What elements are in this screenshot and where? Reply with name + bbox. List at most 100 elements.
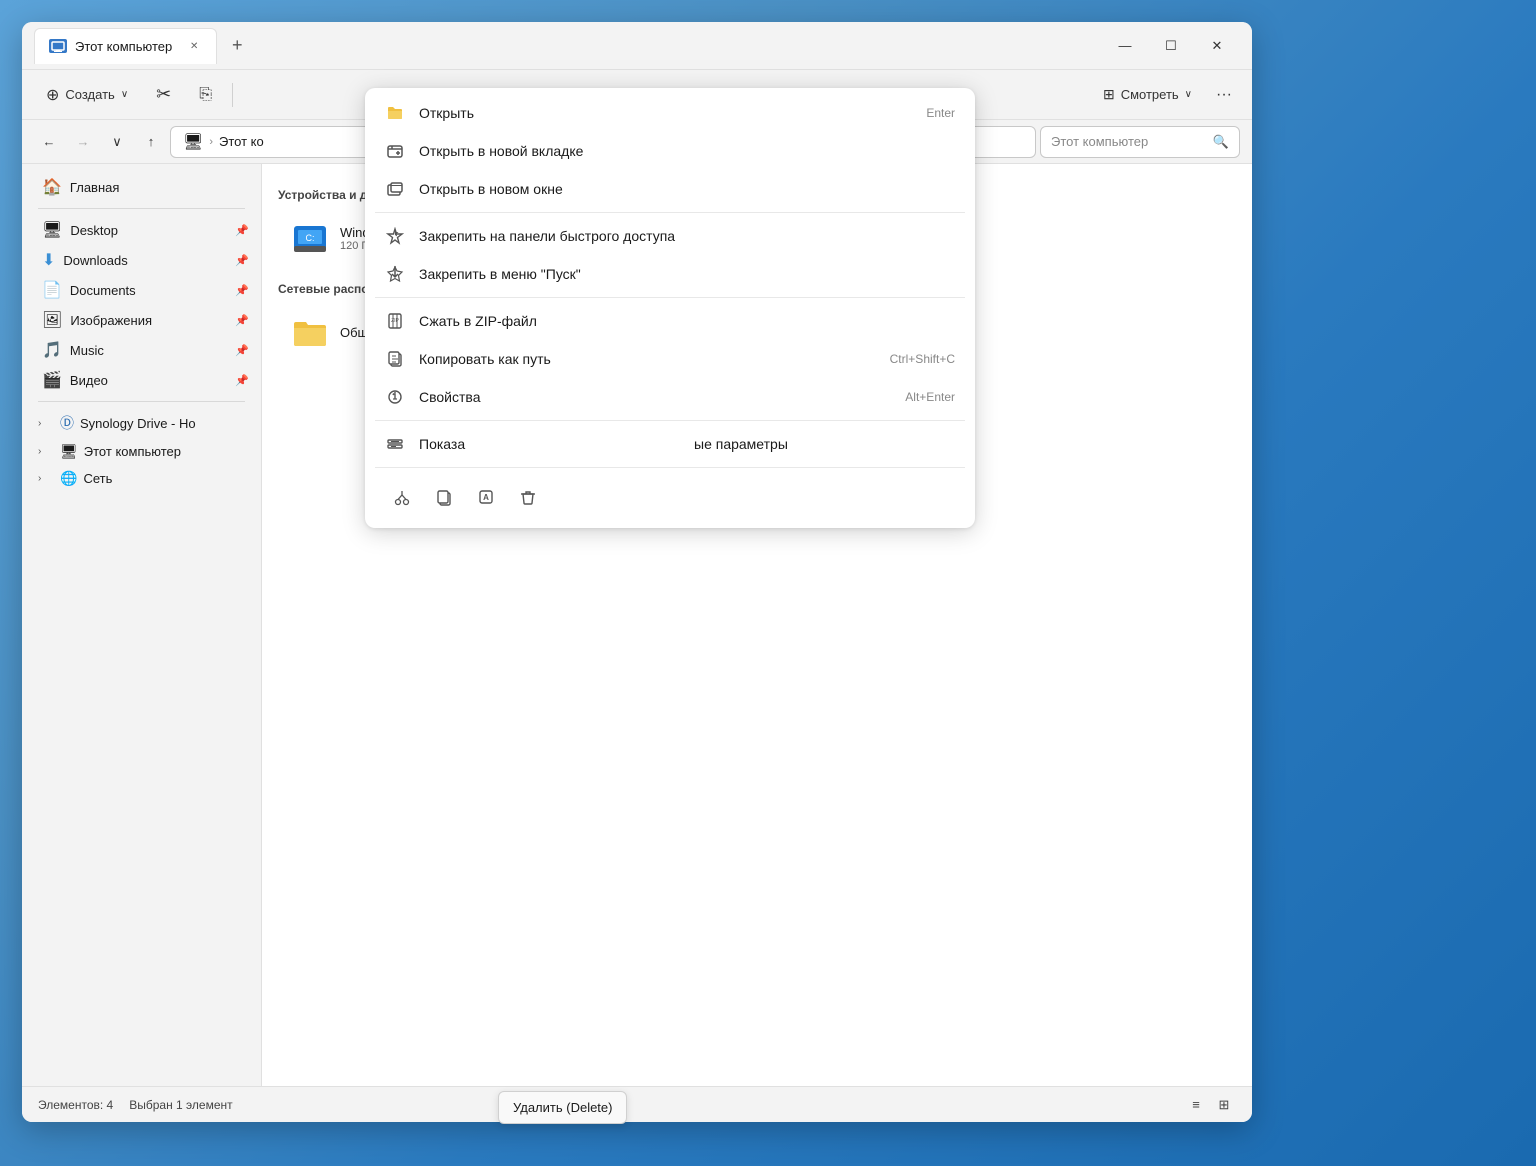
tab-title: Этот компьютер <box>75 39 172 54</box>
back-button[interactable]: ← <box>34 127 64 157</box>
pin-quick-label: Закрепить на панели быстрого доступа <box>419 228 955 244</box>
view-label: Смотреть <box>1121 87 1179 102</box>
menu-rename-button[interactable]: A <box>469 480 503 514</box>
network-icon: 🌐 <box>60 470 77 487</box>
cut-button[interactable]: ✂ <box>144 78 183 111</box>
documents-pin-icon: 📌 <box>235 284 249 297</box>
menu-item-copy-path[interactable]: Копировать как путь Ctrl+Shift+C <box>365 340 975 378</box>
menu-item-show-more[interactable]: Показа ые параметры <box>365 425 975 463</box>
menu-item-zip[interactable]: ZIP Сжать в ZIP-файл <box>365 302 975 340</box>
new-tab-icon <box>385 141 405 161</box>
network-label: Сеть <box>83 471 112 486</box>
copy-path-label: Копировать как путь <box>419 351 876 367</box>
statusbar: Элементов: 4 Выбран 1 элемент ≡ ⊞ <box>22 1086 1252 1122</box>
video-label: Видео <box>70 373 108 388</box>
sidebar-item-music[interactable]: 🎵 Music 📌 <box>26 335 257 365</box>
show-more-icon <box>385 434 405 454</box>
menu-item-pin-start[interactable]: Закрепить в меню "Пуск" <box>365 255 975 293</box>
close-button[interactable]: ✕ <box>1194 30 1240 62</box>
network-expand-icon: › <box>38 473 54 484</box>
documents-icon: 📄 <box>42 280 62 300</box>
svg-text:C:: C: <box>306 233 315 243</box>
open-new-window-label: Открыть в новом окне <box>419 181 955 197</box>
pin-start-label: Закрепить в меню "Пуск" <box>419 266 955 282</box>
video-pin-icon: 📌 <box>235 374 249 387</box>
menu-copy-button[interactable] <box>427 480 461 514</box>
search-box[interactable]: Этот компьютер 🔍 <box>1040 126 1240 158</box>
tab-close-button[interactable]: ✕ <box>186 38 202 54</box>
context-menu: Открыть Enter Открыть в новой вкладке От… <box>365 88 975 528</box>
sidebar-item-documents[interactable]: 📄 Documents 📌 <box>26 275 257 305</box>
menu-item-open-new-window[interactable]: Открыть в новом окне <box>365 170 975 208</box>
open-icon <box>385 103 405 123</box>
zip-label: Сжать в ZIP-файл <box>419 313 955 329</box>
sidebar-item-this-computer[interactable]: › 🖥 Этот компьютер <box>26 438 257 465</box>
copy-path-shortcut: Ctrl+Shift+C <box>890 352 955 366</box>
cut-icon: ✂ <box>156 84 171 105</box>
menu-divider-2 <box>375 297 965 298</box>
open-new-tab-label: Открыть в новой вкладке <box>419 143 955 159</box>
sidebar-divider-1 <box>38 208 245 209</box>
copy-button[interactable]: ⎘ <box>187 80 224 110</box>
desktop-icon: 🖥 <box>42 220 62 240</box>
sidebar-item-network[interactable]: › 🌐 Сеть <box>26 465 257 492</box>
menu-delete-button[interactable] <box>511 480 545 514</box>
view-button[interactable]: ⊞ Смотреть ∨ <box>1091 80 1204 109</box>
synology-icon: Ⓓ <box>60 413 74 433</box>
titlebar: Этот компьютер ✕ + — ☐ ✕ <box>22 22 1252 70</box>
new-tab-button[interactable]: + <box>221 30 253 62</box>
computer-expand-icon: › <box>38 446 54 457</box>
address-pc-icon: 🖥 <box>183 132 203 152</box>
menu-item-pin-quick[interactable]: Закрепить на панели быстрого доступа <box>365 217 975 255</box>
show-more-label: Показа <box>419 436 680 452</box>
system-drive-icon: C: <box>290 218 330 258</box>
create-label: Создать <box>65 87 114 102</box>
create-plus-icon: ⊕ <box>46 85 59 105</box>
address-path: Этот ко <box>219 134 264 149</box>
tooltip-label: Удалить (Delete) <box>513 1100 612 1115</box>
video-icon: 🎬 <box>42 370 62 390</box>
sidebar-item-synology[interactable]: › Ⓓ Synology Drive - Hо <box>26 408 257 438</box>
create-button[interactable]: ⊕ Создать ∨ <box>34 79 140 111</box>
properties-shortcut: Alt+Enter <box>905 390 955 404</box>
sidebar-item-downloads[interactable]: ⬇ Downloads 📌 <box>26 245 257 275</box>
list-view-button[interactable]: ≡ <box>1184 1093 1208 1117</box>
view-chevron-icon: ∨ <box>1185 89 1192 100</box>
open-shortcut: Enter <box>926 106 955 120</box>
menu-cut-button[interactable] <box>385 480 419 514</box>
pictures-label: Изображения <box>70 313 152 328</box>
grid-view-button[interactable]: ⊞ <box>1212 1093 1236 1117</box>
menu-item-open[interactable]: Открыть Enter <box>365 94 975 132</box>
synology-label: Synology Drive - Hо <box>80 416 196 431</box>
downloads-label: Downloads <box>63 253 127 268</box>
maximize-button[interactable]: ☐ <box>1148 30 1194 62</box>
search-text: Этот компьютер <box>1051 134 1148 149</box>
menu-divider-1 <box>375 212 965 213</box>
music-label: Music <box>70 343 104 358</box>
home-icon: 🏠 <box>42 177 62 197</box>
active-tab[interactable]: Этот компьютер ✕ <box>34 28 217 64</box>
sidebar-item-desktop[interactable]: 🖥 Desktop 📌 <box>26 215 257 245</box>
view-buttons: ≡ ⊞ <box>1184 1093 1236 1117</box>
up-button[interactable]: ↑ <box>136 127 166 157</box>
new-window-icon <box>385 179 405 199</box>
dropdown-button[interactable]: ∨ <box>102 127 132 157</box>
properties-icon <box>385 387 405 407</box>
menu-item-open-new-tab[interactable]: Открыть в новой вкладке <box>365 132 975 170</box>
pictures-icon: 🖼 <box>42 310 62 330</box>
address-separator: › <box>209 136 213 148</box>
sidebar-item-pictures[interactable]: 🖼 Изображения 📌 <box>26 305 257 335</box>
network-folder-icon <box>290 312 330 352</box>
sidebar-item-video[interactable]: 🎬 Видео 📌 <box>26 365 257 395</box>
view-icon: ⊞ <box>1103 86 1115 103</box>
menu-item-properties[interactable]: Свойства Alt+Enter <box>365 378 975 416</box>
sidebar-item-home[interactable]: 🏠 Главная <box>26 172 257 202</box>
more-options-button[interactable]: ··· <box>1208 79 1240 111</box>
copy-path-icon <box>385 349 405 369</box>
downloads-icon: ⬇ <box>42 250 55 270</box>
desktop-pin-icon: 📌 <box>235 224 249 237</box>
synology-expand-icon: › <box>38 418 54 429</box>
zip-icon: ZIP <box>385 311 405 331</box>
minimize-button[interactable]: — <box>1102 30 1148 62</box>
menu-divider-3 <box>375 420 965 421</box>
